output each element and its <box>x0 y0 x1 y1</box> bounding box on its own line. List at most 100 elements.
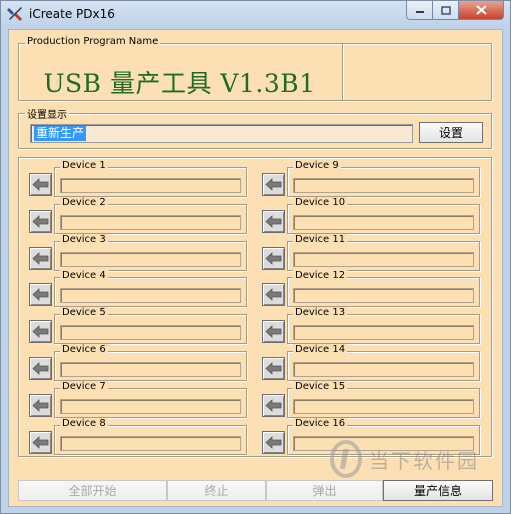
left-arrow-icon <box>32 251 49 265</box>
program-name: USB 量产工具 V1.3B1 <box>43 69 316 98</box>
tools-icon <box>7 7 22 21</box>
device-eject-button[interactable] <box>262 209 285 233</box>
eject-label: 弹出 <box>312 484 337 498</box>
device-slot: Device 8 <box>54 417 247 455</box>
device-eject-button[interactable] <box>262 246 285 270</box>
eject-button[interactable]: 弹出 <box>266 480 383 501</box>
settings-input-value: 重新生产 <box>34 126 87 141</box>
left-arrow-icon <box>32 435 49 449</box>
device-status-field <box>60 398 241 414</box>
maximize-icon <box>440 5 451 15</box>
device-status-field <box>60 288 241 304</box>
device-slot: Device 14 <box>287 344 480 381</box>
device-label: Device 5 <box>60 307 108 319</box>
device-slot: Device 5 <box>54 307 247 345</box>
device-slot: Device 9 <box>287 160 480 197</box>
device-eject-button[interactable] <box>29 393 52 417</box>
device-slot: Device 2 <box>54 196 247 234</box>
device-eject-button[interactable] <box>29 320 52 344</box>
start-all-button[interactable]: 全部开始 <box>18 480 167 501</box>
window-title: iCreate PDx16 <box>29 7 115 21</box>
device-eject-button[interactable] <box>29 430 52 454</box>
device-status-field <box>60 214 241 230</box>
device-label: Device 12 <box>293 270 348 282</box>
device-slot: Device 11 <box>287 233 480 271</box>
device-label: Device 1 <box>60 160 108 171</box>
device-slot: Device 13 <box>287 307 480 345</box>
left-arrow-icon <box>32 362 49 375</box>
device-label: Device 11 <box>293 233 348 245</box>
device-slot: Device 1 <box>54 160 247 197</box>
device-status-field <box>293 288 474 304</box>
maximize-button[interactable] <box>433 1 459 20</box>
device-label: Device 14 <box>293 344 348 355</box>
stop-label: 终止 <box>204 484 229 498</box>
close-button[interactable] <box>459 1 504 20</box>
device-eject-button[interactable] <box>29 283 52 307</box>
device-eject-button[interactable] <box>262 357 285 380</box>
device-slot: Device 12 <box>287 270 480 308</box>
device-label: Device 13 <box>293 307 348 319</box>
settings-input[interactable]: 重新生产 <box>30 124 413 143</box>
left-arrow-icon <box>32 325 49 339</box>
device-slot: Device 3 <box>54 233 247 271</box>
device-eject-button[interactable] <box>262 393 285 417</box>
device-eject-button[interactable] <box>29 357 52 380</box>
watermark-logo-icon <box>330 440 362 478</box>
device-status-field <box>293 362 474 377</box>
device-status-field <box>293 398 474 414</box>
device-label: Device 16 <box>293 417 348 429</box>
device-eject-button[interactable] <box>262 430 285 454</box>
device-status-field <box>60 251 241 267</box>
device-status-field <box>293 325 474 341</box>
device-status-field <box>60 325 241 341</box>
device-label: Device 7 <box>60 380 108 392</box>
device-eject-button[interactable] <box>262 173 285 196</box>
device-slot: Device 4 <box>54 270 247 308</box>
left-arrow-icon <box>32 288 49 302</box>
left-arrow-icon <box>265 398 282 412</box>
close-icon <box>475 5 487 15</box>
watermark-text: 当下软件园 <box>369 448 479 473</box>
minimize-icon <box>415 11 424 13</box>
set-button[interactable]: 设置 <box>419 122 483 143</box>
device-slot: Device 15 <box>287 380 480 418</box>
device-status-field <box>293 178 474 193</box>
device-eject-button[interactable] <box>29 246 52 270</box>
program-name-panel: USB 量产工具 V1.3B1 <box>19 44 343 100</box>
device-slot: Device 6 <box>54 344 247 381</box>
left-arrow-icon <box>265 288 282 302</box>
device-eject-button[interactable] <box>262 320 285 344</box>
left-arrow-icon <box>265 178 282 191</box>
left-arrow-icon <box>265 435 282 449</box>
device-eject-button[interactable] <box>262 283 285 307</box>
title-bar[interactable]: iCreate PDx16 <box>1 1 510 27</box>
device-status-field <box>293 214 474 230</box>
settings-group-label: 设置显示 <box>25 106 69 121</box>
client-area: Production Program Name USB 量产工具 V1.3B1 … <box>8 29 503 507</box>
left-arrow-icon <box>32 214 49 228</box>
set-button-label: 设置 <box>438 126 463 140</box>
device-label: Device 4 <box>60 270 108 282</box>
left-arrow-icon <box>32 398 49 412</box>
stop-button[interactable]: 终止 <box>167 480 266 501</box>
left-arrow-icon <box>265 251 282 265</box>
program-name-group: Production Program Name USB 量产工具 V1.3B1 <box>18 36 492 101</box>
device-slot: Device 10 <box>287 196 480 234</box>
program-side-panel <box>344 44 491 100</box>
device-slot: Device 7 <box>54 380 247 418</box>
device-status-field <box>60 178 241 193</box>
left-arrow-icon <box>265 214 282 228</box>
left-arrow-icon <box>265 362 282 375</box>
device-status-field <box>293 251 474 267</box>
production-info-button[interactable]: 量产信息 <box>383 480 493 501</box>
minimize-button[interactable] <box>406 1 433 20</box>
device-eject-button[interactable] <box>29 209 52 233</box>
device-status-field <box>60 435 241 451</box>
device-label: Device 2 <box>60 196 108 208</box>
app-window: iCreate PDx16 Production Program Name US… <box>0 0 511 514</box>
start-all-label: 全部开始 <box>68 484 117 498</box>
left-arrow-icon <box>32 178 49 191</box>
device-eject-button[interactable] <box>29 173 52 196</box>
watermark: 当下软件园 <box>329 439 479 479</box>
